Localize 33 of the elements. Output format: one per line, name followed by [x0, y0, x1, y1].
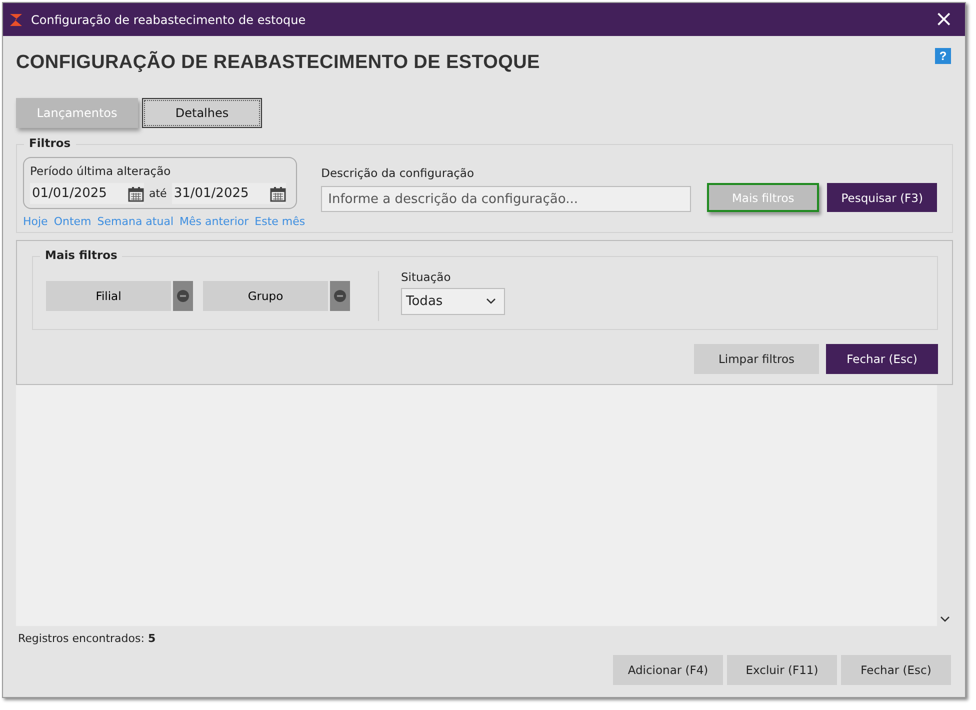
filters-legend: Filtros: [24, 136, 76, 150]
filter-button[interactable]: Pesquisar (F3): [827, 183, 938, 212]
period-label: Período última alteração: [30, 164, 172, 178]
help-button[interactable]: ?: [935, 48, 951, 64]
picker-button[interactable]: Grupo: [203, 281, 328, 311]
status-dropdown[interactable]: Todas: [401, 288, 505, 314]
footer-button[interactable]: Excluir (F11): [727, 655, 837, 685]
date-field[interactable]: 01/01/2025: [30, 183, 144, 204]
calendar-icon[interactable]: [270, 186, 286, 202]
picker-button[interactable]: Filial: [46, 281, 171, 311]
records-count: Registros encontrados: 5: [18, 632, 157, 645]
tab[interactable]: Detalhes: [142, 98, 262, 128]
more-filters-button[interactable]: Limpar filtros: [694, 344, 819, 374]
calendar-icon[interactable]: [128, 186, 144, 202]
logo-icon: [9, 12, 23, 26]
footer-button[interactable]: Fechar (Esc): [841, 655, 951, 685]
description-field[interactable]: Informe a descrição da configuração...: [321, 186, 692, 212]
more-filters-legend: Mais filtros: [40, 248, 122, 262]
chevron-down-icon: [486, 298, 496, 304]
scroll-down-icon[interactable]: [940, 616, 950, 622]
date-separator: até: [149, 187, 167, 200]
description-label: Descrição da configuração: [321, 166, 476, 180]
window-title: Configuração de reabastecimento de estoque: [31, 12, 307, 26]
status-label: Situação: [401, 270, 452, 284]
remove-icon: [177, 290, 189, 302]
remove-button[interactable]: [173, 281, 193, 311]
more-filters-button[interactable]: Fechar (Esc): [826, 344, 938, 374]
remove-icon: [334, 290, 346, 302]
page-heading: CONFIGURAÇÃO DE REABASTECIMENTO DE ESTOQUE: [16, 52, 540, 74]
date-field[interactable]: 31/01/2025: [172, 183, 286, 204]
remove-button[interactable]: [330, 281, 350, 311]
footer-button[interactable]: Adicionar (F4): [613, 655, 723, 685]
close-button[interactable]: ×: [932, 8, 955, 30]
